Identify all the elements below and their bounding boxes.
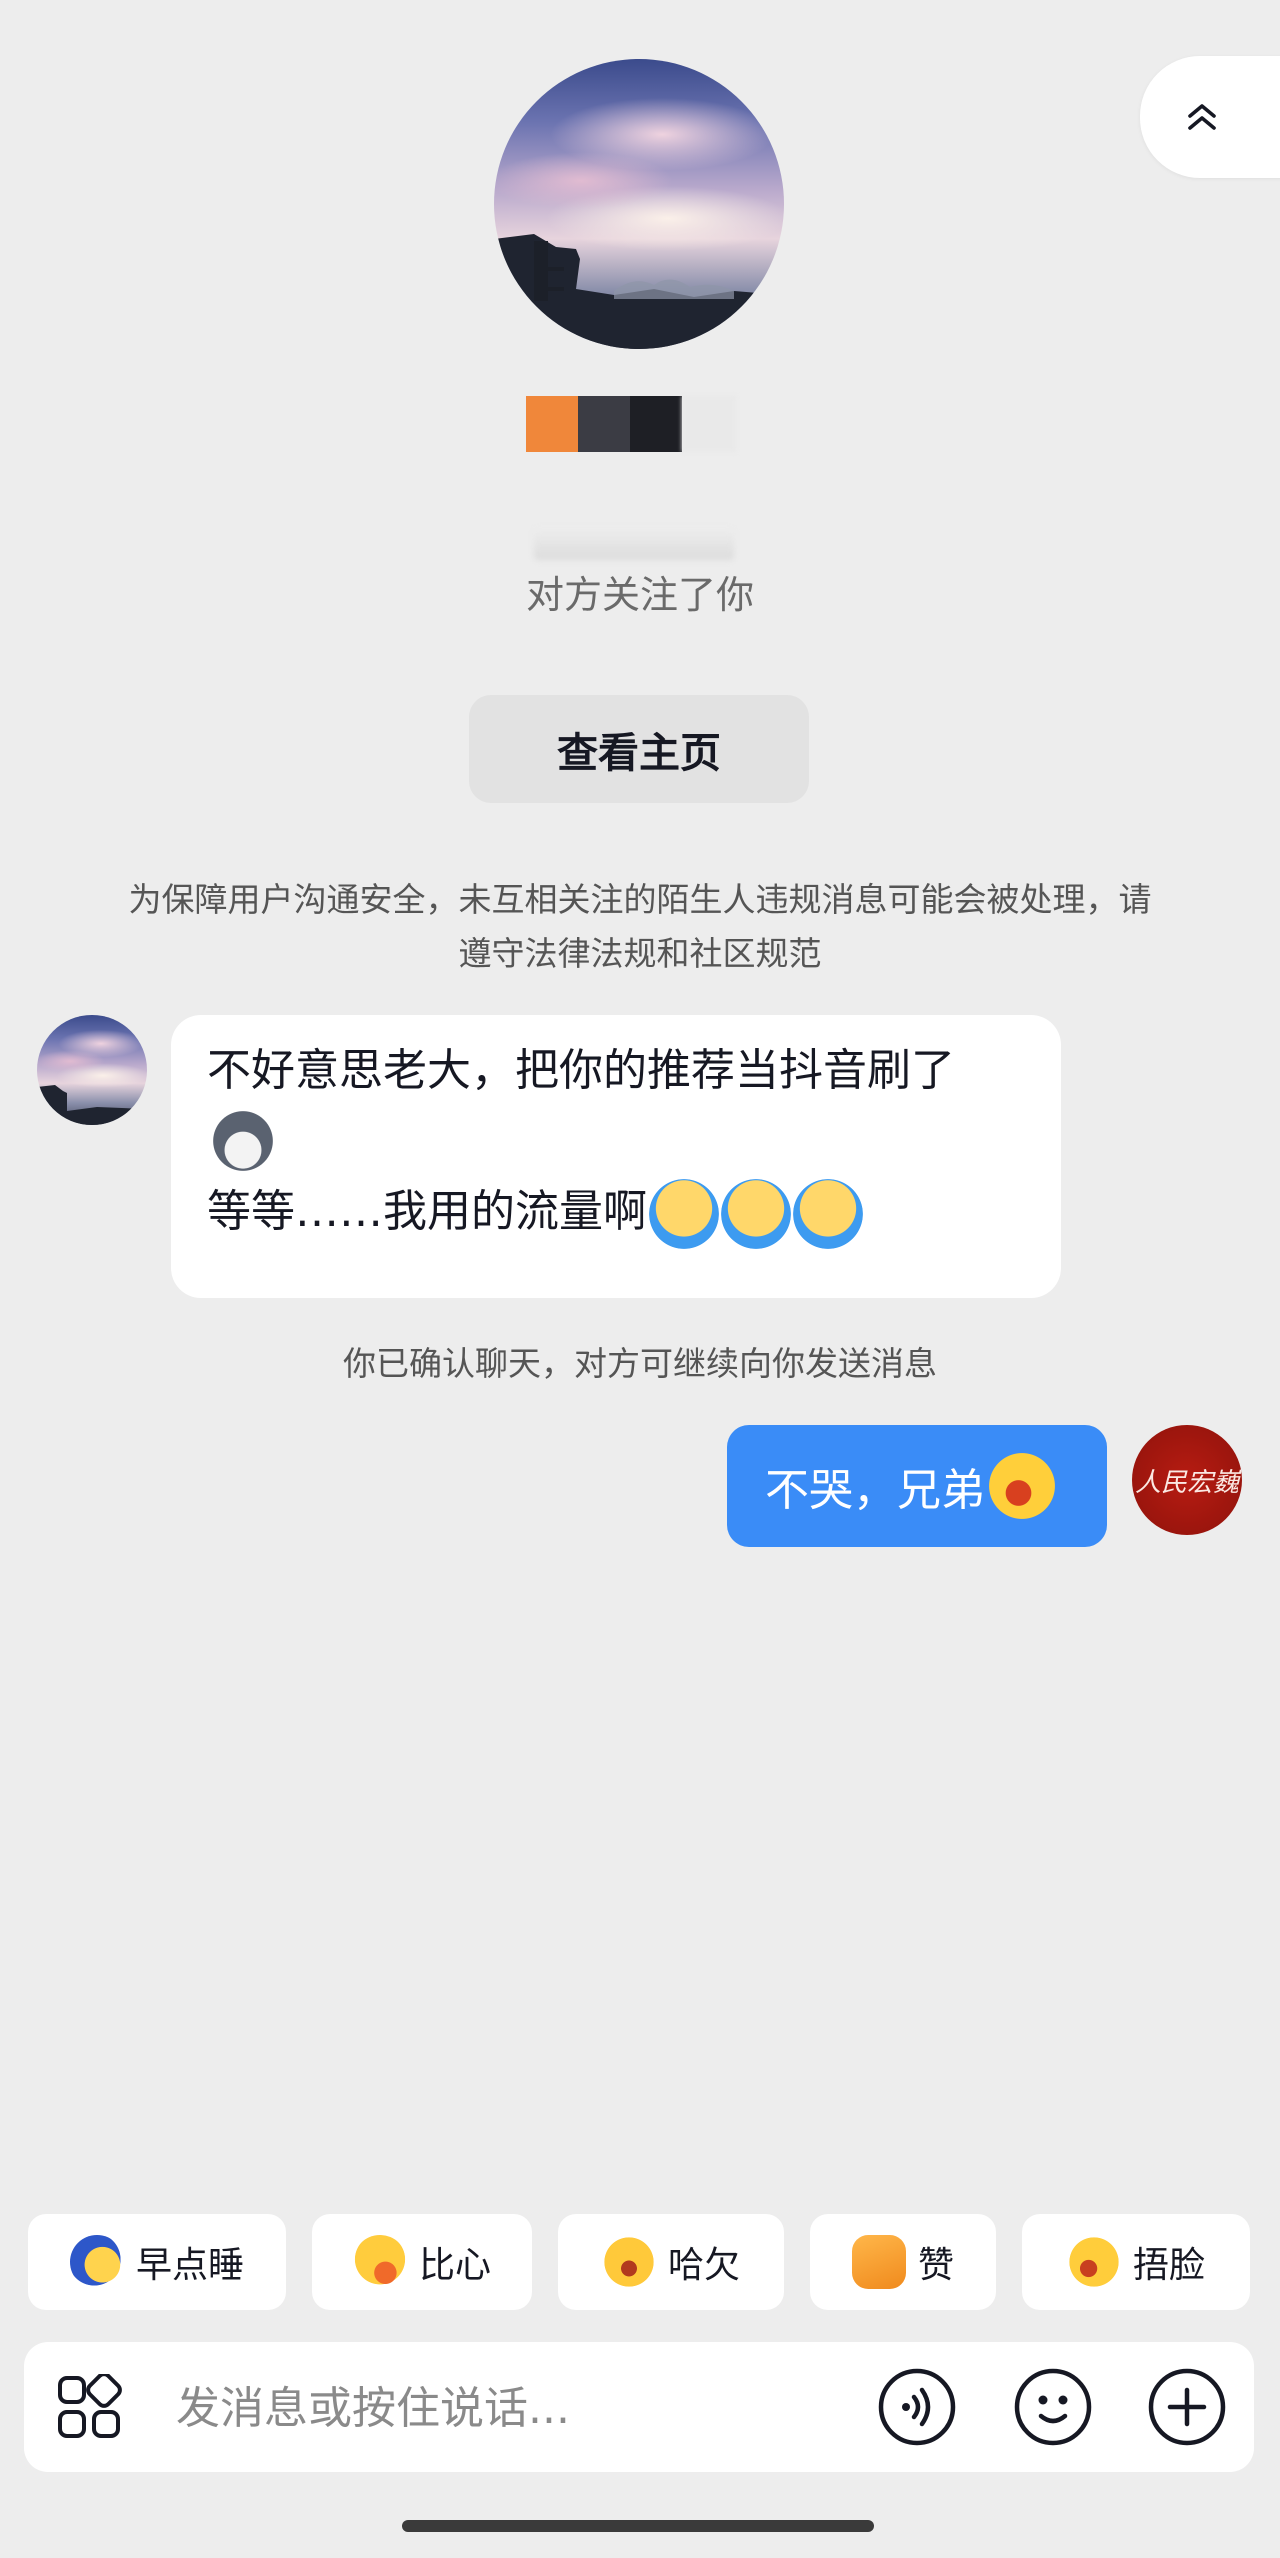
view-profile-button[interactable]: 查看主页: [469, 695, 809, 803]
crying-emoji: [793, 1179, 863, 1249]
message-input[interactable]: [174, 2372, 738, 2444]
quick-reply-chip[interactable]: 比心: [312, 2214, 532, 2310]
my-avatar[interactable]: 人民宏巍: [1132, 1425, 1242, 1535]
quick-reply-chip[interactable]: 捂脸: [1022, 2214, 1250, 2310]
avatar-calligraphy: 人民宏巍: [1134, 1467, 1239, 1498]
apps-grid-icon[interactable]: [56, 2374, 122, 2440]
chevron-double-up-icon: [1188, 104, 1216, 130]
sleepy-moon-icon: [69, 2235, 124, 2289]
emoji-face-icon[interactable]: [1014, 2368, 1092, 2446]
plus-icon[interactable]: [1148, 2368, 1226, 2446]
finger-heart-icon: [352, 2235, 407, 2289]
chip-label: 赞: [917, 2245, 954, 2286]
redacted-subtitle: [534, 528, 734, 560]
safety-notice: 为保障用户沟通安全，未互相关注的陌生人违规消息可能会被处理，请遵守法律法规和社区…: [128, 880, 1152, 973]
sunset-sky-avatar: [494, 234, 784, 349]
chip-label: 早点睡: [135, 2245, 244, 2286]
message-text-line: 等等……我用的流量啊: [207, 1179, 1025, 1249]
home-indicator: [402, 2520, 874, 2532]
message-text-line: 不好意思老大，把你的推荐当抖音刷了: [207, 1045, 955, 1096]
collapse-button[interactable]: [1140, 56, 1280, 178]
chip-label: 哈欠: [667, 2245, 740, 2286]
chat-confirm-notice: 你已确认聊天，对方可继续向你发送消息: [343, 1344, 937, 1383]
laugh-cry-emoji: [987, 1451, 1057, 1521]
sunset-sky-avatar-small: [37, 1085, 147, 1125]
message-input-bar: [24, 2342, 1254, 2472]
crying-emoji: [649, 1179, 719, 1249]
message-text: 不哭，兄弟: [765, 1465, 985, 1516]
wolf-emoji: [205, 1103, 281, 1179]
incoming-message-bubble[interactable]: 不好意思老大，把你的推荐当抖音刷了 等等……我用的流量啊: [171, 1015, 1061, 1298]
outgoing-message-bubble[interactable]: 不哭，兄弟: [727, 1425, 1107, 1547]
chip-label: 捂脸: [1132, 2245, 1205, 2286]
message-text: 等等……我用的流量啊: [207, 1186, 647, 1237]
crying-emoji: [721, 1179, 791, 1249]
yawn-icon: [601, 2235, 656, 2289]
quick-reply-chip[interactable]: 哈欠: [558, 2214, 784, 2310]
voice-icon[interactable]: [878, 2368, 956, 2446]
facepalm-icon: [1066, 2235, 1121, 2289]
quick-reply-chip[interactable]: 赞: [810, 2214, 996, 2310]
quick-reply-chip[interactable]: 早点睡: [28, 2214, 286, 2310]
sender-avatar[interactable]: [37, 1015, 147, 1125]
redacted-username: [526, 396, 736, 452]
follow-status-text: 对方关注了你: [525, 573, 754, 617]
thumbs-up-icon: [851, 2235, 906, 2289]
chip-label: 比心: [418, 2245, 491, 2286]
profile-avatar[interactable]: [494, 59, 784, 349]
